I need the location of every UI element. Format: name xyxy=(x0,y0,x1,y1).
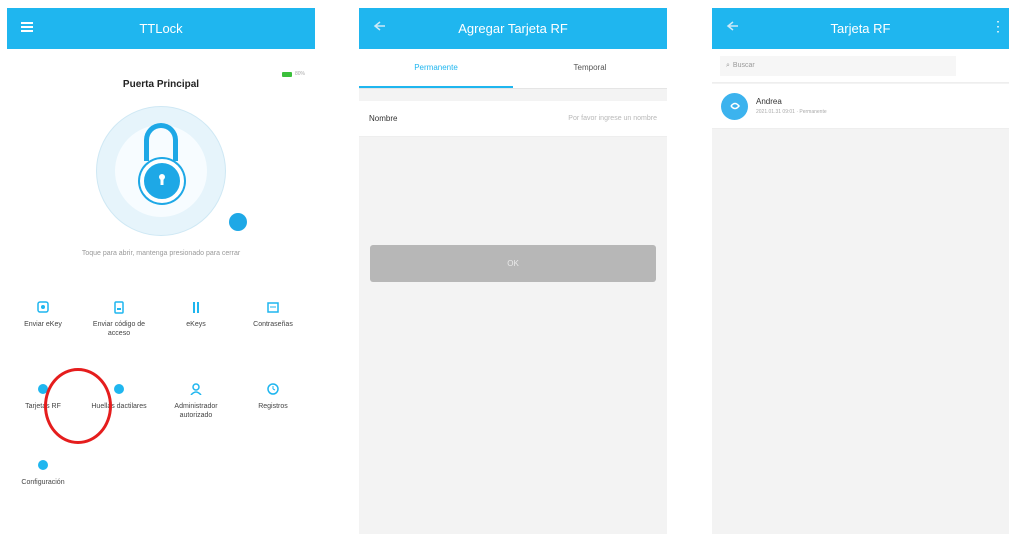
name-input[interactable]: Por favor ingrese un nombre xyxy=(568,115,657,122)
send-ekey-icon xyxy=(13,298,73,316)
active-tab-indicator xyxy=(359,86,513,88)
hamburger-menu-icon[interactable] xyxy=(21,20,33,35)
add-card-header: Agregar Tarjeta RF xyxy=(359,8,667,49)
unlock-button[interactable] xyxy=(96,106,226,236)
home-screen: TTLock Puerta Principal 80% Toque para a… xyxy=(7,8,315,534)
admin-icon xyxy=(166,380,226,398)
search-bar: ⌕ Buscar xyxy=(712,49,1009,83)
highlight-circle xyxy=(44,368,112,444)
tab-permanent[interactable]: Permanente xyxy=(359,49,513,88)
card-list-header: Tarjeta RF ⋮ xyxy=(712,8,1009,49)
name-row[interactable]: Nombre Por favor ingrese un nombre xyxy=(359,101,667,137)
home-header: TTLock xyxy=(7,8,315,49)
ekeys-icon xyxy=(166,298,226,316)
menu-item-send-ekey[interactable]: Enviar eKey xyxy=(13,298,73,329)
unlock-hint: Toque para abrir, mantenga presionado pa… xyxy=(81,250,241,257)
ok-button[interactable]: OK xyxy=(370,245,656,282)
settings-icon xyxy=(13,456,73,474)
card-list-title: Tarjeta RF xyxy=(830,21,891,36)
remote-unlock-icon[interactable] xyxy=(229,213,247,231)
list-item[interactable]: Andrea 2021.01.31 09:01 · Permanente xyxy=(712,84,1009,129)
battery-indicator: 80% xyxy=(281,71,305,77)
records-icon xyxy=(243,380,303,398)
search-input[interactable]: ⌕ Buscar xyxy=(720,55,956,76)
menu-item-ekeys[interactable]: eKeys xyxy=(166,298,226,329)
battery-icon xyxy=(281,71,292,77)
card-meta: 2021.01.31 09:01 · Permanente xyxy=(756,109,827,115)
card-name: Andrea xyxy=(756,97,782,106)
battery-text: 80% xyxy=(294,71,305,77)
search-icon: ⌕ xyxy=(726,61,730,69)
lock-shackle-icon xyxy=(144,123,178,161)
menu-item-records[interactable]: Registros xyxy=(243,380,303,411)
tab-temporary[interactable]: Temporal xyxy=(513,49,667,88)
mode-tabs: Permanente Temporal xyxy=(359,49,667,89)
back-arrow-icon[interactable] xyxy=(726,20,738,35)
rf-card-list-screen: Tarjeta RF ⋮ ⌕ Buscar Andrea 2021.01.31 … xyxy=(712,8,1009,534)
menu-item-passwords[interactable]: Contraseñas xyxy=(243,298,303,329)
lock-name: Puerta Principal xyxy=(122,79,200,90)
back-arrow-icon[interactable] xyxy=(373,20,385,35)
rf-card-icon xyxy=(721,92,748,120)
name-label: Nombre xyxy=(369,114,398,123)
more-options-icon[interactable]: ⋮ xyxy=(991,18,1005,35)
add-card-title: Agregar Tarjeta RF xyxy=(458,21,568,36)
app-title: TTLock xyxy=(139,21,183,36)
passwords-icon xyxy=(243,298,303,316)
menu-item-settings[interactable]: Configuración xyxy=(13,456,73,487)
menu-item-authorized-admin[interactable]: Administrador autorizado xyxy=(166,380,226,420)
menu-item-send-passcode[interactable]: Enviar código de acceso xyxy=(89,298,149,338)
passcode-icon xyxy=(89,298,149,316)
add-rf-card-screen: Agregar Tarjeta RF Permanente Temporal N… xyxy=(359,8,667,534)
padlock-icon xyxy=(140,159,184,203)
